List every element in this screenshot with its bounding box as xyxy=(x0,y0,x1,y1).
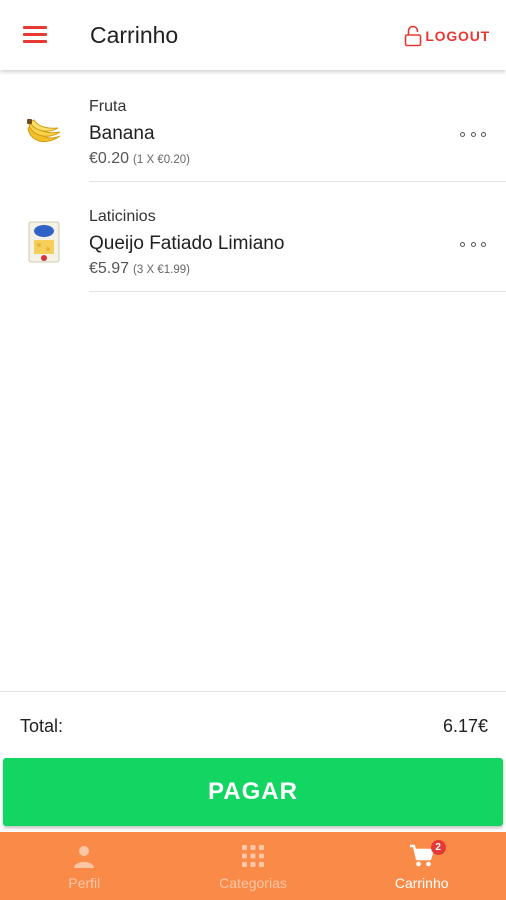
item-price: €0.20 (1 X €0.20) xyxy=(89,150,190,167)
total-value: 6.17€ xyxy=(442,716,488,736)
divider xyxy=(89,291,506,292)
item-unit-detail: (3 X €1.99) xyxy=(133,264,190,276)
app-bar: Carrinho LOGOUT xyxy=(0,0,506,70)
nav-label: Perfil xyxy=(68,875,101,891)
nav-item-carrinho[interactable]: 2 Carrinho xyxy=(337,832,506,900)
nav-item-categorias[interactable]: Categorias xyxy=(169,832,338,900)
more-options-icon[interactable] xyxy=(460,239,486,249)
item-name: Banana xyxy=(89,123,155,144)
cart-item[interactable]: Laticinios Queijo Fatiado Limiano €5.97(… xyxy=(0,182,506,292)
pay-button[interactable]: PAGAR xyxy=(3,758,503,826)
nav-item-perfil[interactable]: Perfil xyxy=(0,832,169,900)
nav-label: Carrinho xyxy=(394,875,449,891)
item-category: Laticinios xyxy=(89,208,156,225)
item-category: Fruta xyxy=(89,98,127,115)
cart-count-badge: 2 xyxy=(430,840,446,855)
banana-icon xyxy=(27,119,61,143)
item-price: €5.97 (3 X €1.99) xyxy=(89,260,190,277)
logout-label: LOGOUT xyxy=(425,28,490,44)
total-bar: Total: 6.17€ xyxy=(0,691,506,758)
item-name: Queijo Fatiado Limiano xyxy=(89,233,285,254)
total-label: Total: xyxy=(20,716,64,736)
cart-list: Fruta Banana €0.20 (1 X €0.20) Laticinios… xyxy=(0,72,506,292)
more-options-icon[interactable] xyxy=(460,129,486,139)
nav-label: Categorias xyxy=(219,875,287,891)
unlock-icon xyxy=(405,25,422,47)
person-icon xyxy=(74,846,95,868)
item-unit-detail: (1 X €0.20) xyxy=(133,154,190,166)
grid-icon xyxy=(242,845,264,867)
bottom-nav: Perfil Categorias 2 Carrinho xyxy=(0,832,506,900)
cart-item[interactable]: Fruta Banana €0.20 (1 X €0.20) xyxy=(0,72,506,182)
logout-button[interactable]: LOGOUT xyxy=(404,24,490,48)
cheese-package-icon xyxy=(28,221,60,263)
page-title: Carrinho xyxy=(90,22,179,48)
menu-icon[interactable] xyxy=(23,25,47,45)
